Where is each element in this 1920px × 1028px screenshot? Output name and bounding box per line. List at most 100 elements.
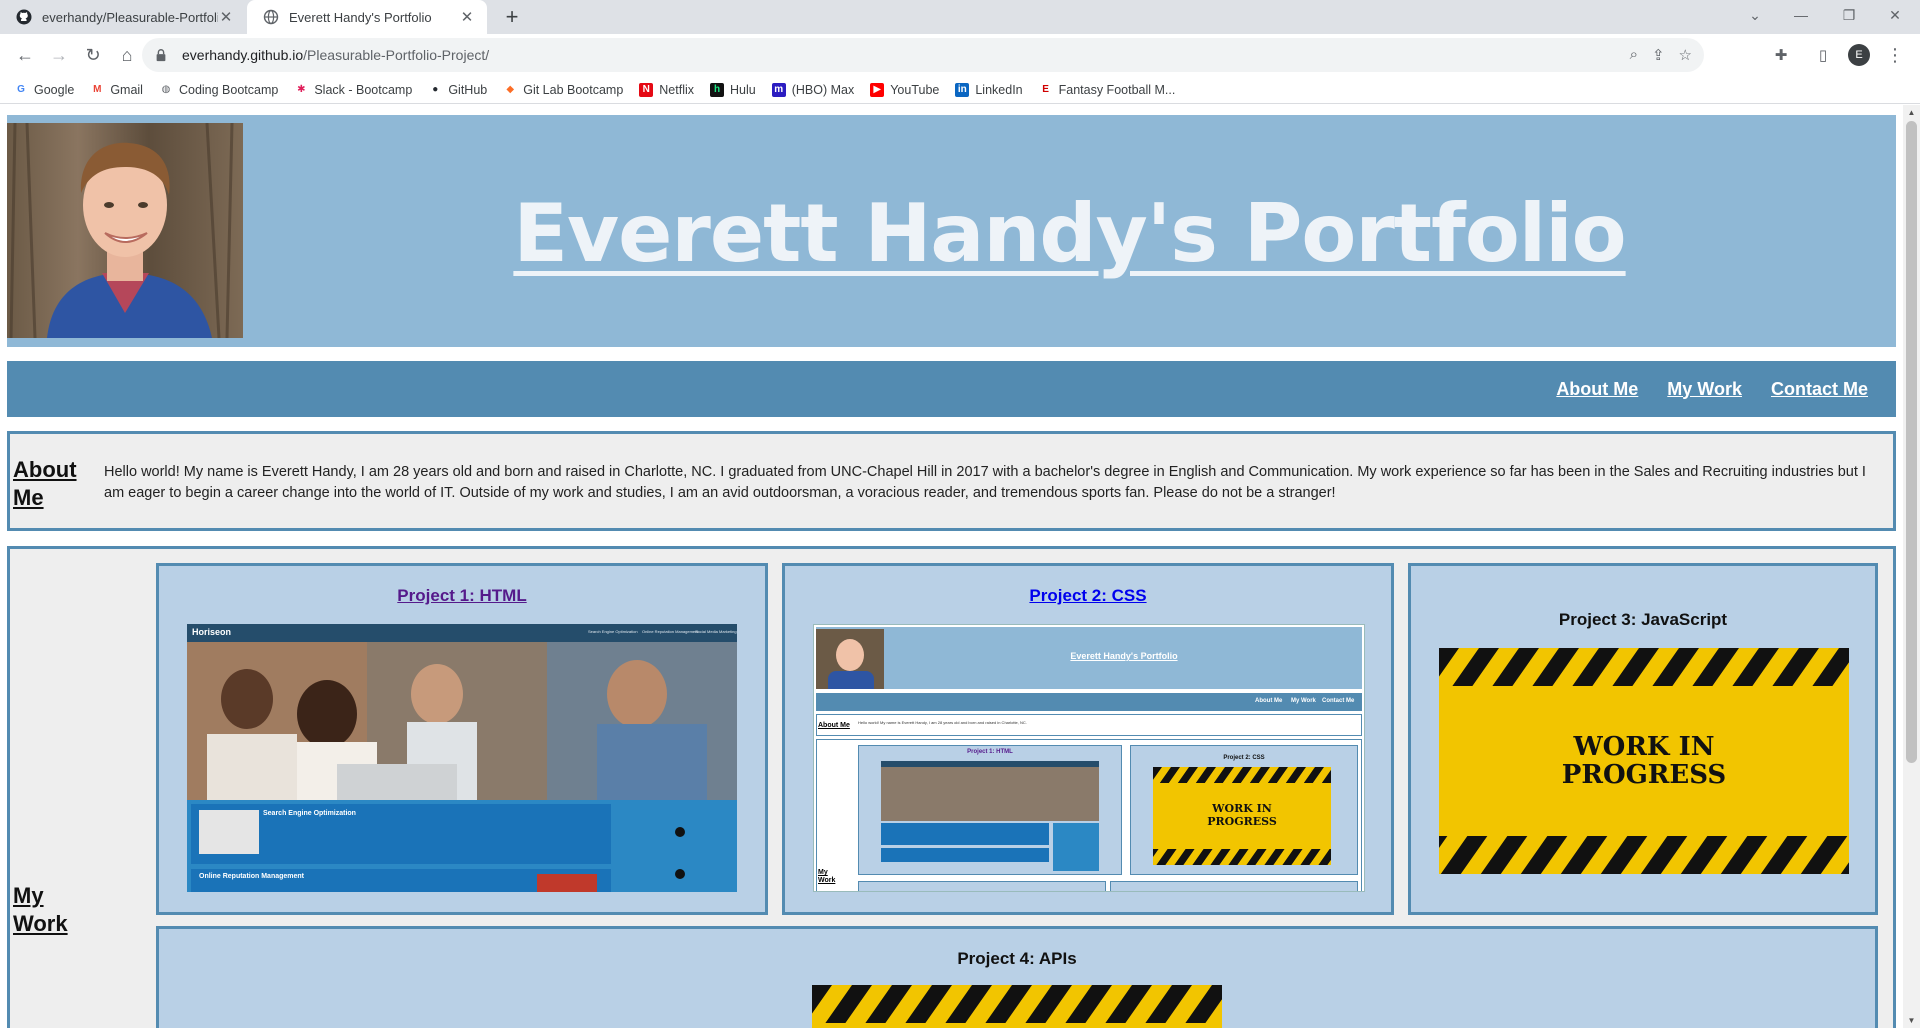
mini-project-1: Project 1: HTML (967, 749, 1013, 755)
bookmark-label: Netflix (659, 82, 695, 97)
mini-project-2: Project 2: CSS (1223, 755, 1265, 761)
page-viewport: Everett Handy's Portfolio About Me My Wo… (0, 105, 1920, 1028)
nav-bar: About Me My Work Contact Me (7, 361, 1896, 417)
bookmarks-bar: G Google M Gmail ◍ Coding Bootcamp ✱ Slack - Bo… (0, 76, 1920, 104)
project-1-screenshot[interactable]: Horiseon Search Engine Optimization Onli… (187, 624, 737, 892)
bookmark-label: Slack - Bootcamp (314, 82, 413, 97)
globe-icon: ◍ (161, 84, 171, 95)
hulu-icon: h (710, 82, 725, 97)
linkedin-icon: in (955, 82, 970, 97)
bookmark-star-icon[interactable]: ☆ (1679, 46, 1692, 64)
bookmark-linkedin[interactable]: in LinkedIn (955, 82, 1023, 97)
google-icon: G (17, 84, 25, 95)
scroll-down-arrow-icon[interactable]: ▼ (1903, 1016, 1920, 1025)
bookmark-max[interactable]: m (HBO) Max (771, 82, 854, 97)
project-4-title: Project 4: APIs (957, 949, 1077, 968)
project-2-screenshot[interactable]: Everett Handy's Portfolio About Me My Wo… (813, 624, 1365, 892)
site-header: Everett Handy's Portfolio (7, 115, 1896, 347)
url-path: /Pleasurable-Portfolio-Project/ (303, 47, 490, 63)
mini-nav-about: About Me (1255, 698, 1283, 704)
tab-title: Everett Handy's Portfolio (289, 9, 432, 25)
about-text: Hello world! My name is Everett Handy, I… (104, 464, 1866, 501)
slack-icon: ✱ (297, 84, 306, 95)
page-title[interactable]: Everett Handy's Portfolio (243, 187, 1896, 280)
scroll-up-arrow-icon[interactable]: ▲ (1903, 108, 1920, 117)
back-icon[interactable]: ← (8, 38, 42, 72)
page-scrollbar[interactable]: ▲ ▼ (1903, 105, 1920, 1028)
tab-search-icon[interactable]: ⌄ (1732, 0, 1778, 30)
mini-wip-banner: WORK IN PROGRESS (1153, 767, 1331, 865)
profile-avatar[interactable]: E (1848, 44, 1870, 66)
github-icon (16, 9, 32, 25)
bookmark-github[interactable]: ● GitHub (428, 83, 487, 97)
project-card-4: Project 4: APIs (156, 926, 1878, 1028)
globe-icon (263, 9, 279, 25)
close-window-button[interactable]: ✕ (1872, 0, 1918, 30)
reload-icon[interactable]: ↻ (76, 38, 110, 72)
gmail-icon: M (93, 84, 102, 95)
tab-github-repo[interactable]: everhandy/Pleasurable-Portfolio- ✕ (0, 0, 246, 34)
horiseon-section-2: Online Reputation Management (199, 873, 305, 880)
bookmark-espn[interactable]: E Fantasy Football M... (1039, 83, 1175, 97)
mini-about-label: About Me (818, 722, 850, 729)
mini-mywork-label: My Work (818, 869, 836, 884)
scrollbar-thumb[interactable] (1906, 121, 1917, 763)
bookmark-gitlab[interactable]: ◆ Git Lab Bootcamp (503, 83, 623, 97)
profile-photo (7, 123, 243, 338)
bookmark-gmail[interactable]: M Gmail (90, 83, 143, 97)
bookmark-google[interactable]: G Google (14, 83, 74, 97)
mini-wip-line2: PROGRESS (1207, 815, 1277, 828)
mini-wip-line1: WORK IN (1212, 802, 1272, 815)
bookmark-netflix[interactable]: N Netflix (639, 82, 695, 97)
close-tab-icon[interactable]: ✕ (459, 8, 475, 26)
restore-button[interactable]: ❐ (1826, 0, 1872, 30)
bookmark-hulu[interactable]: h Hulu (710, 82, 756, 97)
close-tab-icon[interactable]: ✕ (218, 8, 234, 26)
wip-line2: PROGRESS (1561, 760, 1727, 790)
nav-link-about[interactable]: About Me (1556, 379, 1638, 400)
project-card-3: Project 3: JavaScript WORK IN PROGRESS (1408, 563, 1878, 915)
bookmark-slack[interactable]: ✱ Slack - Bootcamp (294, 83, 412, 97)
bookmark-globe[interactable]: ◍ Coding Bootcamp (159, 82, 279, 97)
forward-icon[interactable]: → (42, 38, 76, 72)
home-icon[interactable]: ⌂ (110, 38, 144, 72)
zoom-icon[interactable]: ⌕ (1630, 46, 1638, 64)
extensions-icon[interactable]: ✚ (1764, 38, 1798, 72)
side-panel-icon[interactable]: ▯ (1806, 38, 1840, 72)
my-work-section: My Work Project 1: HTML Horiseon Search … (7, 546, 1896, 1028)
bookmark-label: Coding Bootcamp (178, 82, 279, 97)
bookmark-label: Git Lab Bootcamp (523, 82, 624, 97)
url-host: everhandy.github.io (182, 47, 304, 63)
menu-icon[interactable]: ⋮ (1878, 38, 1912, 72)
project-1-link[interactable]: Project 1: HTML (159, 586, 765, 606)
bookmark-youtube[interactable]: ▶ YouTube (870, 82, 940, 97)
browser-toolbar: ← → ↻ ⌂ everhandy.github.io/Pleasurable-… (0, 34, 1920, 76)
project-card-1: Project 1: HTML Horiseon Search Engine O… (156, 563, 768, 915)
work-in-progress-banner: WORK IN PROGRESS (1439, 648, 1849, 874)
espn-icon: E (1042, 84, 1049, 95)
wip-line1: WORK IN (1573, 732, 1715, 762)
max-icon: m (771, 82, 786, 97)
mini-title: Everett Handy's Portfolio (1070, 651, 1178, 661)
project-3-title: Project 3: JavaScript (1558, 610, 1728, 629)
project-card-2: Project 2: CSS Everett Handy's Portfolio… (782, 563, 1394, 915)
nav-link-contact[interactable]: Contact Me (1771, 379, 1868, 400)
gitlab-icon: ◆ (506, 84, 515, 95)
bookmark-label: GitHub (448, 82, 488, 97)
youtube-icon: ▶ (870, 82, 885, 97)
horiseon-section-1: Search Engine Optimization (263, 810, 356, 817)
mini-nav-work: My Work (1291, 698, 1316, 704)
minimize-button[interactable]: — (1778, 0, 1824, 30)
tab-portfolio[interactable]: Everett Handy's Portfolio ✕ (247, 0, 487, 34)
bookmark-label: YouTube (890, 82, 940, 97)
project-2-link[interactable]: Project 2: CSS (785, 586, 1391, 606)
new-tab-button[interactable]: + (498, 3, 526, 31)
github-icon: ● (432, 84, 439, 95)
address-bar[interactable]: everhandy.github.io/Pleasurable-Portfoli… (142, 38, 1704, 72)
mini-about-text: Hello world! My name is Everett Handy, I… (858, 720, 1027, 725)
work-in-progress-banner (812, 985, 1222, 1028)
mini-nav-contact: Contact Me (1322, 698, 1355, 704)
nav-link-my-work[interactable]: My Work (1667, 379, 1742, 400)
share-icon[interactable]: ⇪ (1652, 46, 1665, 64)
my-work-heading: My Work (13, 883, 68, 936)
